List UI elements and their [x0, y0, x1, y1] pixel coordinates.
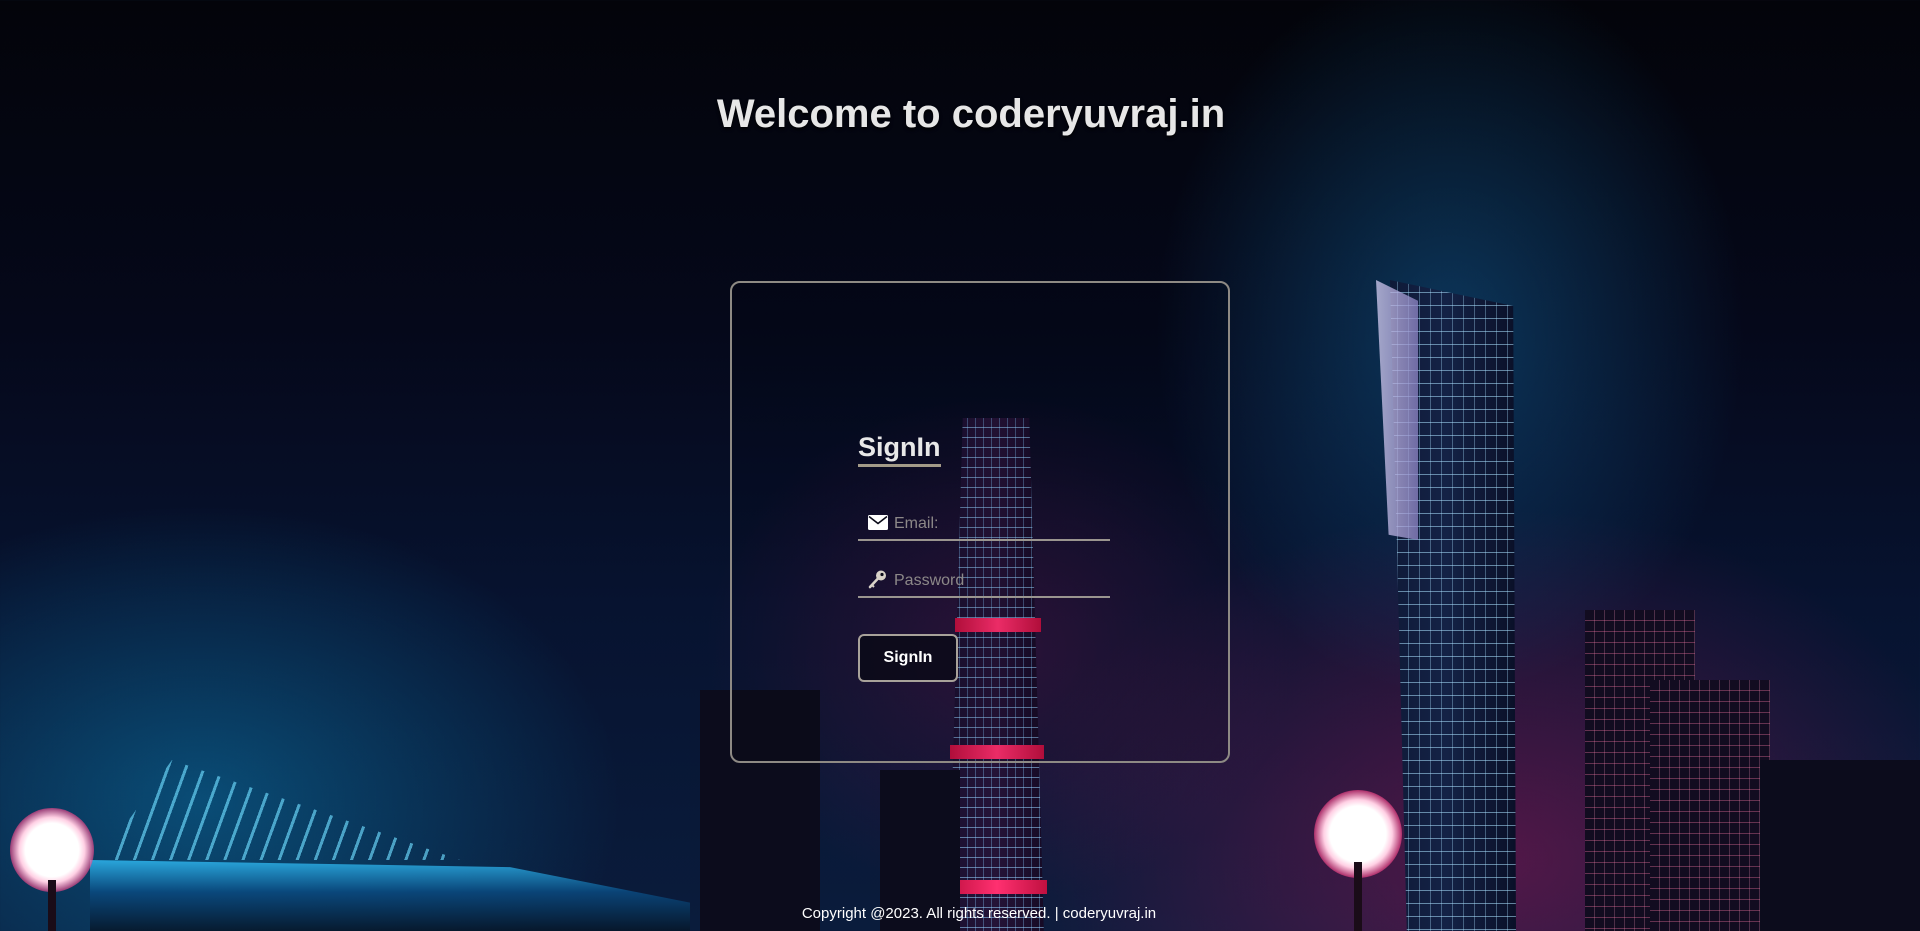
footer-copyright: Copyright @2023. All rights reserved. | … [801, 905, 1157, 922]
building [1650, 680, 1770, 931]
page-title: Welcome to coderyuvraj.in [716, 92, 1226, 136]
bridge-cables [100, 760, 460, 860]
signin-button[interactable]: SignIn [858, 634, 958, 682]
tower-light-band [947, 880, 1047, 894]
street-lamp-glow [1314, 790, 1402, 878]
email-input[interactable] [894, 515, 1094, 533]
street-lamp-glow [10, 808, 94, 892]
email-field[interactable] [858, 505, 1110, 541]
building [1585, 610, 1695, 931]
password-input[interactable] [894, 572, 1094, 590]
password-field[interactable] [858, 562, 1110, 598]
tower-facade-panel [1376, 280, 1418, 540]
key-icon [866, 569, 890, 589]
envelope-icon [866, 512, 890, 532]
signin-form-title: SignIn [858, 432, 941, 467]
illuminated-tower-right [1390, 280, 1516, 931]
signin-panel: SignIn SignIn [730, 281, 1230, 763]
